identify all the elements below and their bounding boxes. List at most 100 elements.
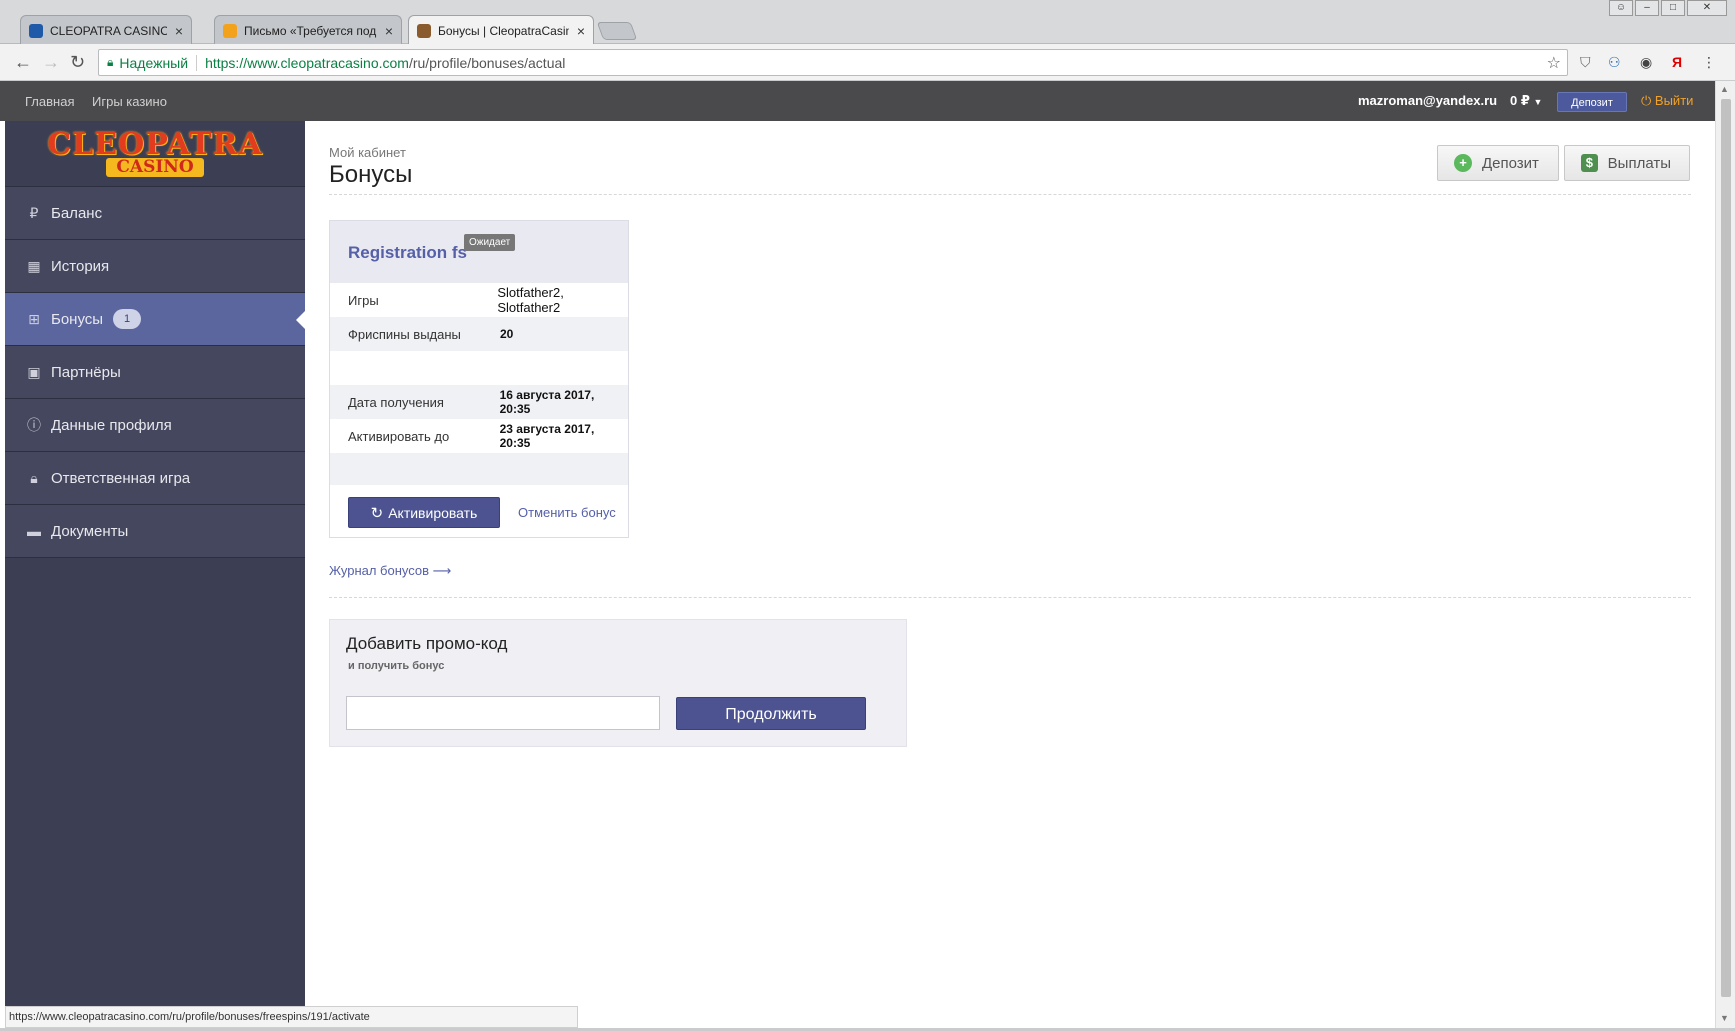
nav-casino-games-link[interactable]: Игры казино bbox=[92, 94, 167, 109]
page-scrollbar[interactable]: ▲ ▼ bbox=[1715, 81, 1735, 1031]
site-header: Главная Игры казино mazroman@yandex.ru 0… bbox=[0, 81, 1715, 121]
bonus-row-games: Игры Slotfather2, Slotfather2 bbox=[330, 283, 628, 317]
close-icon[interactable]: × bbox=[385, 23, 393, 39]
mail-icon bbox=[223, 23, 237, 38]
forward-icon[interactable]: → bbox=[42, 53, 60, 71]
row-value: 16 августа 2017, 20:35 bbox=[499, 388, 595, 416]
balance-value: 0 ₽ bbox=[1510, 93, 1530, 108]
sidebar-item-responsible-gaming[interactable]: 🔒︎ Ответственная игра bbox=[5, 451, 305, 504]
yandex-extension-icon[interactable]: Я bbox=[1672, 54, 1682, 70]
window-controls: ☺ – □ ✕ bbox=[1609, 0, 1727, 16]
info-icon: ⓘ bbox=[27, 417, 41, 433]
promo-title: Добавить промо-код bbox=[346, 634, 508, 653]
reload-icon[interactable]: ↻ bbox=[70, 53, 85, 71]
maximize-icon[interactable]: □ bbox=[1661, 0, 1685, 16]
row-value: 23 августа 2017, 20:35 bbox=[499, 422, 595, 450]
url-host: https://www.cleopatracasino.com bbox=[205, 54, 409, 71]
promo-code-input[interactable] bbox=[346, 696, 660, 730]
url-text: https://www.cleopatracasino.com/ru/profi… bbox=[205, 55, 565, 71]
browser-tab-bonuses[interactable]: Бонусы | CleopatraCasin × bbox=[408, 15, 594, 45]
logo-line2: CASINO bbox=[106, 158, 204, 177]
close-icon[interactable]: × bbox=[175, 23, 183, 39]
eye-extension-icon[interactable]: ◉ bbox=[1640, 54, 1652, 71]
new-tab-button[interactable] bbox=[596, 22, 638, 40]
power-icon: ⏻ bbox=[1641, 93, 1652, 108]
page-title: Бонусы bbox=[329, 161, 413, 188]
continue-button[interactable]: Продолжить bbox=[676, 697, 866, 730]
plus-circle-icon: + bbox=[1454, 154, 1472, 172]
browser-tab-bar: CLEOPATRA CASINO ОБЗ × Письмо «Требуется… bbox=[0, 0, 1735, 45]
sidebar-item-documents[interactable]: ▬ Документы bbox=[5, 504, 305, 557]
row-value: 20 bbox=[500, 327, 514, 341]
sidebar-item-label: Документы bbox=[51, 522, 129, 540]
shield-extension-icon[interactable]: ⛉ bbox=[1580, 54, 1591, 71]
bonus-row-empty bbox=[330, 351, 628, 385]
menu-kebab-icon[interactable]: ⋮ bbox=[1702, 54, 1716, 71]
close-icon[interactable]: × bbox=[577, 23, 585, 39]
deposit-button[interactable]: + Депозит bbox=[1437, 145, 1559, 181]
browser-tab-cleopatra-review[interactable]: CLEOPATRA CASINO ОБЗ × bbox=[20, 15, 192, 45]
sidebar-item-balance[interactable]: ₽ Баланс bbox=[5, 186, 305, 239]
status-badge: Ожидает bbox=[464, 234, 516, 251]
briefcase-icon: ▣ bbox=[27, 363, 41, 380]
user-icon[interactable]: ☺ bbox=[1609, 0, 1633, 16]
bonus-name: Registration fs bbox=[348, 243, 468, 262]
cancel-bonus-link[interactable]: Отменить бонус bbox=[518, 505, 616, 520]
browser-toolbar: ← → ↻ 🔒︎ Надежный https://www.cleopatrac… bbox=[0, 44, 1735, 81]
user-email[interactable]: mazroman@yandex.ru bbox=[1358, 93, 1497, 108]
header-deposit-button[interactable]: Депозит bbox=[1557, 92, 1627, 112]
bookmark-star-icon[interactable]: ☆ bbox=[1547, 53, 1561, 73]
folder-icon: ▬ bbox=[27, 523, 41, 539]
breadcrumb[interactable]: Мой кабинет bbox=[329, 145, 406, 160]
browser-tab-mail[interactable]: Письмо «Требуется под × bbox=[214, 15, 402, 45]
activate-button[interactable]: ↻ Активировать bbox=[348, 497, 500, 528]
nav-home-link[interactable]: Главная bbox=[25, 94, 74, 109]
sidebar-item-profile-data[interactable]: ⓘ Данные профиля bbox=[5, 398, 305, 451]
tab-title: CLEOPATRA CASINO ОБЗ bbox=[50, 23, 167, 38]
sidebar-item-bonuses[interactable]: ⊞ Бонусы 1 bbox=[5, 292, 305, 345]
sidebar-item-label: Баланс bbox=[51, 204, 103, 222]
ruble-icon: ₽ bbox=[29, 204, 39, 221]
balance-dropdown[interactable]: 0 ₽ ▼ bbox=[1510, 93, 1542, 109]
sidebar-item-partners[interactable]: ▣ Партнёры bbox=[5, 345, 305, 398]
address-bar[interactable]: 🔒︎ Надежный https://www.cleopatracasino.… bbox=[98, 49, 1568, 76]
section-divider bbox=[329, 597, 1691, 598]
status-bar-url: https://www.cleopatracasino.com/ru/profi… bbox=[5, 1006, 578, 1028]
bonus-row-activate-until: Активировать до 23 августа 2017, 20:35 bbox=[330, 419, 628, 453]
main-content: Мой кабинет Бонусы + Депозит $ Выплаты R… bbox=[305, 121, 1715, 1006]
promo-subtitle: и получить бонус bbox=[348, 660, 445, 672]
bonus-count-badge: 1 bbox=[113, 309, 142, 329]
bonus-row-freespins: Фриспины выданы 20 bbox=[330, 317, 628, 351]
lock-icon: 🔒︎ bbox=[30, 469, 38, 486]
bonus-card: Registration fs Ожидает Игры Slotfather2… bbox=[329, 220, 629, 538]
payouts-button[interactable]: $ Выплаты bbox=[1564, 145, 1690, 181]
deposit-button-label: Депозит bbox=[1482, 154, 1539, 172]
row-value: Slotfather2, Slotfather2 bbox=[497, 285, 564, 315]
sidebar: CLEOPATRA CASINO ₽ Баланс ▦ История ⊞ Бо… bbox=[5, 121, 305, 1006]
scroll-down-icon[interactable]: ▼ bbox=[1720, 1013, 1729, 1023]
activate-button-label: Активировать bbox=[388, 504, 478, 521]
bonus-row-spacer bbox=[330, 453, 628, 485]
sidebar-item-label: Данные профиля bbox=[51, 416, 172, 434]
bonus-row-received-date: Дата получения 16 августа 2017, 20:35 bbox=[330, 385, 628, 419]
sidebar-item-label: Партнёры bbox=[51, 363, 121, 381]
scrollbar-thumb[interactable] bbox=[1721, 99, 1731, 997]
url-path: /ru/profile/bonuses/actual bbox=[408, 54, 566, 71]
close-window-icon[interactable]: ✕ bbox=[1687, 0, 1727, 16]
sidebar-item-history[interactable]: ▦ История bbox=[5, 239, 305, 292]
minimize-icon[interactable]: – bbox=[1635, 0, 1659, 16]
bonus-actions: ↻ Активировать Отменить бонус bbox=[348, 497, 616, 528]
glasses-extension-icon[interactable]: ⚇ bbox=[1608, 54, 1621, 71]
header-divider bbox=[329, 194, 1691, 195]
calendar-icon: ▦ bbox=[27, 257, 41, 274]
cleopatra-casino-logo[interactable]: CLEOPATRA CASINO bbox=[5, 121, 305, 186]
arrow-right-icon: ⟶ bbox=[432, 563, 452, 578]
scroll-up-icon[interactable]: ▲ bbox=[1720, 84, 1729, 94]
row-label: Активировать до bbox=[348, 428, 450, 444]
tab-title: Письмо «Требуется под bbox=[244, 23, 377, 38]
back-icon[interactable]: ← bbox=[14, 53, 32, 71]
tab-title: Бонусы | CleopatraCasin bbox=[438, 23, 569, 38]
bonus-journal-link[interactable]: Журнал бонусов ⟶ bbox=[329, 563, 451, 579]
logout-link[interactable]: ⏻ Выйти bbox=[1641, 93, 1693, 109]
logo-line1: CLEOPATRA bbox=[47, 127, 263, 162]
